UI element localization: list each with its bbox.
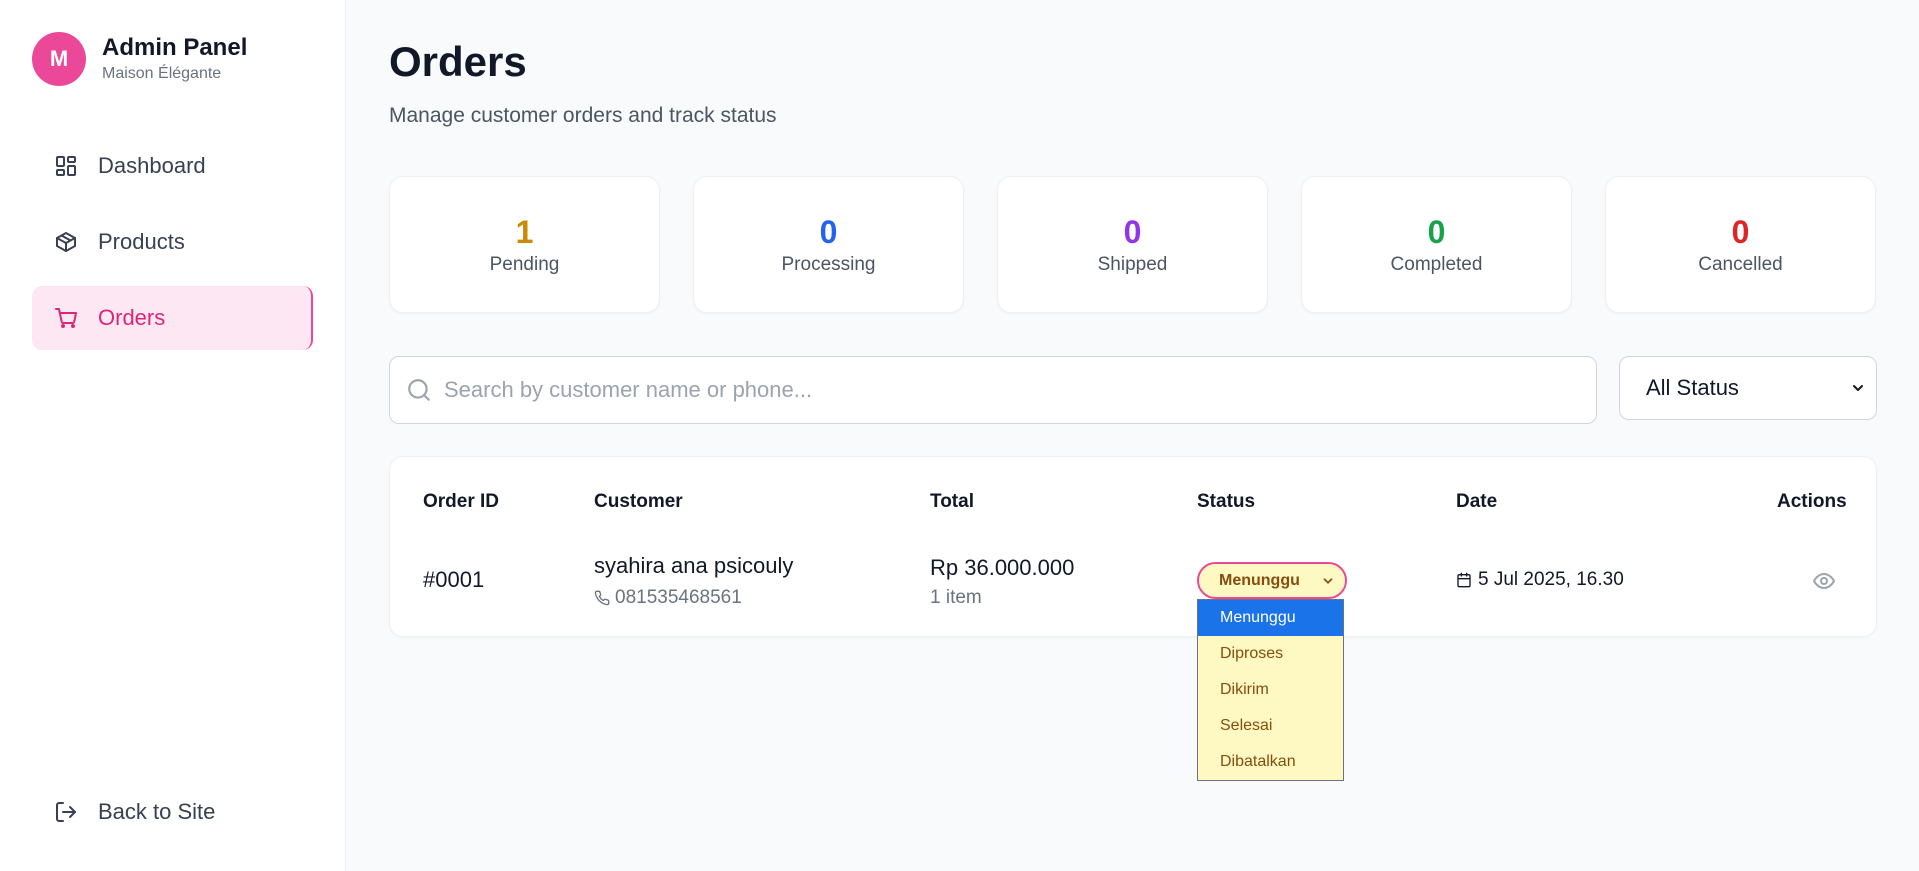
stat-label: Shipped <box>1097 253 1168 275</box>
brand-title: Admin Panel <box>102 34 248 61</box>
header-date: Date <box>1456 491 1498 512</box>
status-value: Menunggu <box>1219 571 1300 589</box>
status-dropdown-list: Menunggu Diproses Dikirim Selesai Dibata… <box>1197 599 1344 781</box>
stat-card-pending: 1 Pending <box>389 176 660 313</box>
date-text: 5 Jul 2025, 16.30 <box>1478 569 1624 590</box>
status-option-dibatalkan[interactable]: Dibatalkan <box>1198 744 1343 780</box>
sidebar-item-products[interactable]: Products <box>32 210 313 274</box>
eye-icon <box>1812 569 1836 593</box>
brand-text: Admin Panel Maison Élégante <box>102 33 247 85</box>
status-option-selesai[interactable]: Selesai <box>1198 708 1343 744</box>
brand-subtitle: Maison Élégante <box>102 65 222 82</box>
search-icon <box>406 377 432 403</box>
avatar: M <box>32 32 86 86</box>
header-total: Total <box>930 491 974 512</box>
sidebar-item-label: Products <box>98 229 185 254</box>
package-icon <box>54 230 78 254</box>
chevron-down-icon <box>1321 574 1335 588</box>
phone-icon <box>594 590 610 606</box>
sidebar-item-label: Orders <box>98 305 166 330</box>
status-option-diproses[interactable]: Diproses <box>1198 636 1343 672</box>
sidebar-item-label: Dashboard <box>98 153 206 178</box>
order-items: 1 item <box>930 587 982 608</box>
header-order-id: Order ID <box>423 491 500 512</box>
orders-table: Order ID Customer Total Status Date Acti… <box>389 456 1877 637</box>
customer-phone: 081535468561 <box>594 587 742 609</box>
sidebar: M Admin Panel Maison Élégante Dashboard … <box>0 0 346 871</box>
stat-value: 0 <box>1731 213 1750 250</box>
brand: M Admin Panel Maison Élégante <box>32 32 247 86</box>
stat-label: Processing <box>781 253 876 275</box>
status-filter-value: All Status <box>1646 375 1739 400</box>
stat-value: 0 <box>1427 213 1446 250</box>
back-label: Back to Site <box>98 799 216 824</box>
stat-label: Completed <box>1390 253 1483 275</box>
order-date: 5 Jul 2025, 16.30 <box>1456 569 1624 591</box>
sidebar-item-dashboard[interactable]: Dashboard <box>32 134 313 198</box>
stat-label: Cancelled <box>1698 253 1783 275</box>
dashboard-icon <box>54 154 78 178</box>
stats-row: 1 Pending 0 Processing 0 Shipped 0 Compl… <box>389 176 1877 313</box>
stat-card-shipped: 0 Shipped <box>997 176 1268 313</box>
header-status: Status <box>1197 491 1256 512</box>
search-box <box>389 356 1597 424</box>
page-title: Orders <box>389 38 527 85</box>
stat-value: 0 <box>819 213 838 250</box>
phone-number: 081535468561 <box>615 587 742 608</box>
stat-card-completed: 0 Completed <box>1301 176 1572 313</box>
logout-icon <box>54 800 78 824</box>
status-select[interactable]: Menunggu <box>1197 562 1347 599</box>
customer-name: syahira ana psicouly <box>594 553 794 578</box>
stat-card-cancelled: 0 Cancelled <box>1605 176 1876 313</box>
sidebar-item-orders[interactable]: Orders <box>32 286 313 350</box>
order-id: #0001 <box>423 567 485 592</box>
status-option-menunggu[interactable]: Menunggu <box>1198 600 1343 636</box>
status-option-dikirim[interactable]: Dikirim <box>1198 672 1343 708</box>
header-actions: Actions <box>1777 491 1847 512</box>
back-to-site-link[interactable]: Back to Site <box>32 780 313 844</box>
stat-label: Pending <box>489 253 560 275</box>
status-filter-select[interactable]: All Status <box>1619 356 1877 420</box>
stat-value: 1 <box>515 213 534 250</box>
stat-value: 0 <box>1123 213 1142 250</box>
calendar-icon <box>1456 572 1472 588</box>
page-subtitle: Manage customer orders and track status <box>389 104 777 127</box>
header-customer: Customer <box>594 491 683 512</box>
stat-card-processing: 0 Processing <box>693 176 964 313</box>
view-order-button[interactable] <box>1812 569 1836 593</box>
search-input[interactable] <box>444 377 1544 403</box>
chevron-down-icon <box>1850 380 1866 396</box>
cart-icon <box>54 306 78 330</box>
order-total: Rp 36.000.000 <box>930 555 1075 580</box>
sidebar-nav: Dashboard Products Orders <box>32 134 313 362</box>
